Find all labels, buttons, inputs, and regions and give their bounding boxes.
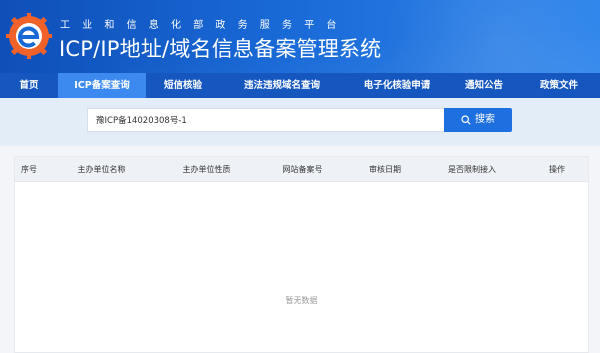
col-audit-date: 审核日期 [369,165,401,174]
results-table: 序号 主办单位名称 主办单位性质 网站备案号 审核日期 是否限制接入 操作 暂无… [14,156,589,353]
col-record-no: 网站备案号 [282,165,323,174]
search-button[interactable]: 搜索 [444,108,512,132]
col-access-limited: 是否限制接入 [448,165,496,174]
nav-item-e-verify-apply[interactable]: 电子化核验申请 [344,73,450,98]
nav-item-policy-docs[interactable]: 政策文件 [518,73,600,98]
col-org-type: 主办单位性质 [182,165,231,174]
nav-item-home[interactable]: 首页 [0,73,58,98]
nav-item-notices[interactable]: 通知公告 [450,73,518,98]
col-index: 序号 [21,165,37,174]
table-header: 序号 主办单位名称 主办单位性质 网站备案号 审核日期 是否限制接入 操作 [15,157,588,182]
site-header: 工业和信息化部政务服务平台 ICP/IP地址/域名信息备案管理系统 [0,0,600,73]
search-section: 搜索 [0,98,600,146]
search-icon [461,115,471,125]
col-actions: 操作 [549,165,565,174]
search-button-label: 搜索 [475,114,495,125]
nav-item-illegal-domain-query[interactable]: 违法违规域名查询 [220,73,344,98]
ministry-name: 工业和信息化部政务服务平台 [60,20,349,31]
empty-state: 暂无数据 [285,296,318,305]
col-org-name: 主办单位名称 [77,165,126,174]
nav-item-icp-query[interactable]: ICP备案查询 [58,73,146,98]
nav-item-sms-verify[interactable]: 短信核验 [146,73,220,98]
search-input[interactable] [87,108,444,132]
main-nav: 首页 ICP备案查询 短信核验 违法违规域名查询 电子化核验申请 通知公告 政策… [0,73,600,98]
system-title: ICP/IP地址/域名信息备案管理系统 [59,37,382,61]
miit-logo-icon [6,13,52,59]
